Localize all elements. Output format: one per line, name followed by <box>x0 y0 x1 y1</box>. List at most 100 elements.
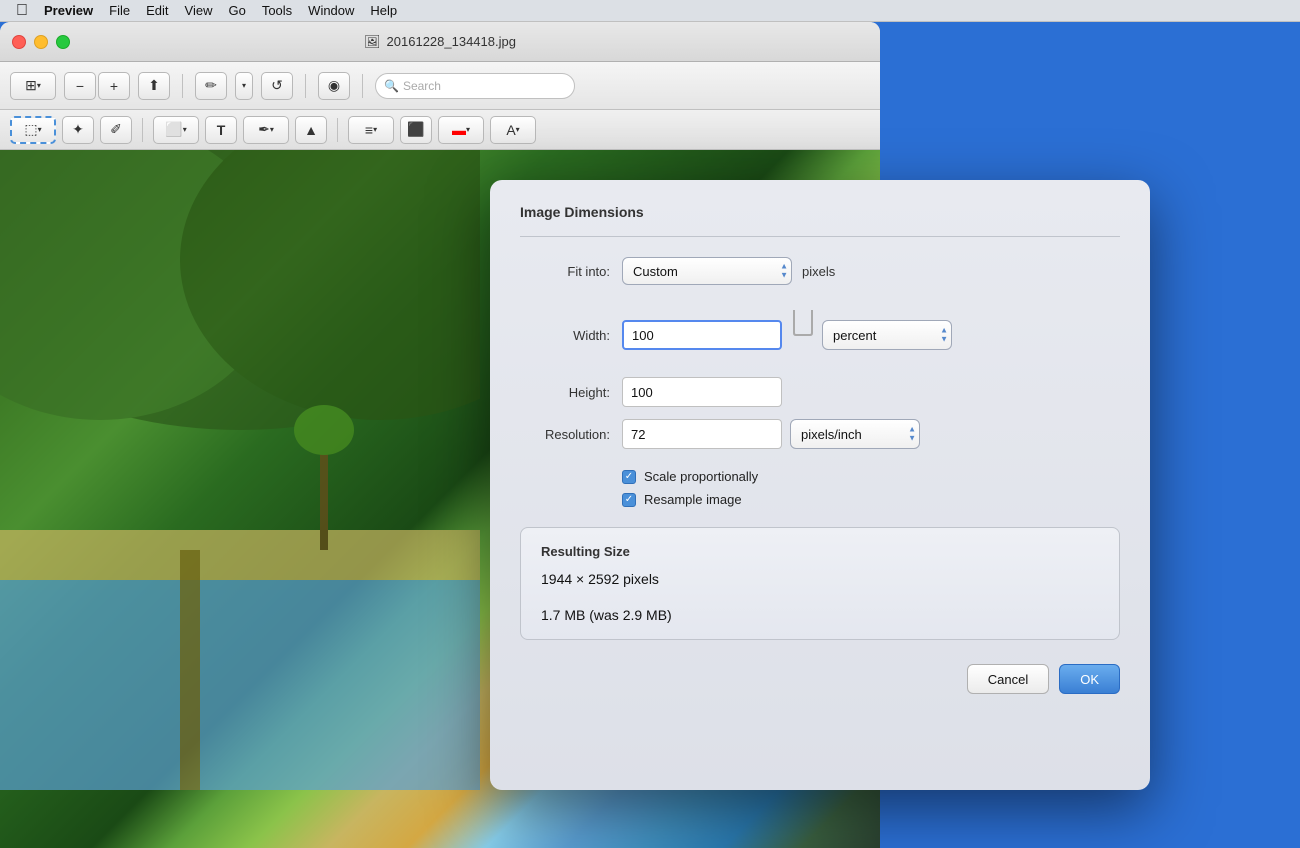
search-box[interactable]: 🔍 Search <box>375 73 575 99</box>
fill-color-button[interactable]: ▬ ▾ <box>438 116 484 144</box>
markup-chevron-button[interactable]: ▾ <box>235 72 253 100</box>
location-button[interactable]: ◉ <box>318 72 350 100</box>
drawing-sep-2 <box>337 118 338 142</box>
traffic-lights <box>12 35 70 49</box>
window-title: 🖼 20161228_134418.jpg <box>364 34 516 50</box>
markup-button[interactable]: ✏ <box>195 72 227 100</box>
resolution-row: Resolution: pixels/inch pixels/cm ▲ ▼ <box>520 419 1120 449</box>
unit-select-wrapper: percent pixels inches cm mm ▲ ▼ <box>822 320 952 350</box>
fit-unit-label: pixels <box>802 264 835 279</box>
height-label: Height: <box>520 385 610 400</box>
lock-bracket-svg <box>792 305 814 365</box>
selection-chevron-icon: ▾ <box>38 125 42 134</box>
width-input[interactable] <box>622 320 782 350</box>
lock-group <box>792 305 814 365</box>
fit-into-label: Fit into: <box>520 264 610 279</box>
border-color-button[interactable]: ⬛ <box>400 116 432 144</box>
selection-icon: ⬚ <box>24 121 37 138</box>
apple-menu[interactable]:  <box>8 1 36 21</box>
dialog-buttons: Cancel OK <box>520 664 1120 702</box>
fill-icon: ▬ <box>452 122 466 138</box>
sidebar-chevron-icon: ▾ <box>37 81 41 90</box>
font-icon: A <box>506 122 515 138</box>
search-icon: 🔍 <box>384 79 399 93</box>
resample-image-row: ✓ Resample image <box>622 492 1120 507</box>
shapes-icon: ⬜ <box>165 121 182 138</box>
rotate-left-button[interactable]: ↺ <box>261 72 293 100</box>
cancel-button[interactable]: Cancel <box>967 664 1049 694</box>
resolution-unit-select-wrapper: pixels/inch pixels/cm ▲ ▼ <box>790 419 920 449</box>
resulting-size-section: Resulting Size 1944 × 2592 pixels 1.7 MB… <box>520 527 1120 640</box>
color-fill-button[interactable]: ▲ <box>295 116 327 144</box>
dialog-title: Image Dimensions <box>520 204 1120 220</box>
scale-proportionally-label: Scale proportionally <box>644 469 758 484</box>
text-button[interactable]: T <box>205 116 237 144</box>
scene-svg <box>0 150 480 790</box>
dialog-divider-1 <box>520 236 1120 237</box>
signature-button[interactable]: ✒ ▾ <box>243 116 289 144</box>
fit-into-row: Fit into: Custom 320 × 480 (iPhone) 1024… <box>520 257 1120 285</box>
checkbox-area: ✓ Scale proportionally ✓ Resample image <box>622 469 1120 507</box>
drawing-toolbar: ⬚ ▾ ✦ ✐ ⬜ ▾ T ✒ ▾ ▲ ≡ ▾ ⬛ ▬ ▾ A ▾ <box>0 110 880 150</box>
sidebar-toggle-group: ⊞ ▾ <box>10 72 56 100</box>
toolbar-separator-2 <box>305 74 306 98</box>
file-icon: 🖼 <box>364 34 381 50</box>
ok-button[interactable]: OK <box>1059 664 1120 694</box>
zoom-in-button[interactable]: + <box>98 72 130 100</box>
adjust-color-button[interactable]: ✦ <box>62 116 94 144</box>
menu-edit[interactable]: Edit <box>138 1 176 21</box>
close-button[interactable] <box>12 35 26 49</box>
resolution-label: Resolution: <box>520 427 610 442</box>
minimize-button[interactable] <box>34 35 48 49</box>
unit-select[interactable]: percent pixels inches cm mm <box>822 320 952 350</box>
resulting-dimensions: 1944 × 2592 pixels <box>541 571 1099 587</box>
menu-help[interactable]: Help <box>362 1 405 21</box>
height-row: Height: <box>520 377 1120 407</box>
menu-tools[interactable]: Tools <box>254 1 300 21</box>
sidebar-toggle-button[interactable]: ⊞ ▾ <box>10 72 56 100</box>
shapes-button[interactable]: ⬜ ▾ <box>153 116 199 144</box>
line-chevron-icon: ▾ <box>373 125 377 134</box>
menu-file[interactable]: File <box>101 1 138 21</box>
fill-chevron-icon: ▾ <box>466 125 470 134</box>
signature-chevron-icon: ▾ <box>270 125 274 134</box>
maximize-button[interactable] <box>56 35 70 49</box>
scale-proportionally-checkbox[interactable]: ✓ <box>622 470 636 484</box>
toolbar-separator-3 <box>362 74 363 98</box>
line-style-icon: ≡ <box>365 122 373 138</box>
result-spacer <box>541 597 1099 607</box>
menu-view[interactable]: View <box>177 1 221 21</box>
font-button[interactable]: A ▾ <box>490 116 536 144</box>
signature-icon: ✒ <box>258 121 270 138</box>
share-button[interactable]: ⬆ <box>138 72 170 100</box>
width-row: Width: percent pixels inches cm mm <box>520 305 1120 365</box>
selection-tool-button[interactable]: ⬚ ▾ <box>10 116 56 144</box>
resolution-input[interactable] <box>622 419 782 449</box>
image-dimensions-dialog: Image Dimensions Fit into: Custom 320 × … <box>490 180 1150 790</box>
menu-window[interactable]: Window <box>300 1 362 21</box>
fit-into-select[interactable]: Custom 320 × 480 (iPhone) 1024 × 768 (iP… <box>622 257 792 285</box>
resample-image-checkbox[interactable]: ✓ <box>622 493 636 507</box>
dimensions-area: Width: percent pixels inches cm mm <box>520 305 1120 449</box>
menu-preview[interactable]: Preview <box>36 1 101 21</box>
zoom-group: − + <box>64 72 130 100</box>
toolbar-separator-1 <box>182 74 183 98</box>
line-style-button[interactable]: ≡ ▾ <box>348 116 394 144</box>
macos-menubar:  Preview File Edit View Go Tools Window… <box>0 0 1300 22</box>
sidebar-icon: ⊞ <box>25 77 37 94</box>
shapes-chevron-icon: ▾ <box>183 125 187 134</box>
resample-image-label: Resample image <box>644 492 742 507</box>
resolution-unit-select[interactable]: pixels/inch pixels/cm <box>790 419 920 449</box>
scale-proportionally-row: ✓ Scale proportionally <box>622 469 1120 484</box>
font-chevron-icon: ▾ <box>516 125 520 134</box>
menu-go[interactable]: Go <box>220 1 253 21</box>
dialog-inner: Image Dimensions Fit into: Custom 320 × … <box>490 180 1150 726</box>
window-filename: 20161228_134418.jpg <box>387 34 516 49</box>
sketch-button[interactable]: ✐ <box>100 116 132 144</box>
main-toolbar: ⊞ ▾ − + ⬆ ✏ ▾ ↺ ◉ 🔍 Search <box>0 62 880 110</box>
width-label: Width: <box>520 328 610 343</box>
zoom-out-button[interactable]: − <box>64 72 96 100</box>
resulting-size-title: Resulting Size <box>541 544 1099 559</box>
search-placeholder: Search <box>403 79 441 93</box>
height-input[interactable] <box>622 377 782 407</box>
